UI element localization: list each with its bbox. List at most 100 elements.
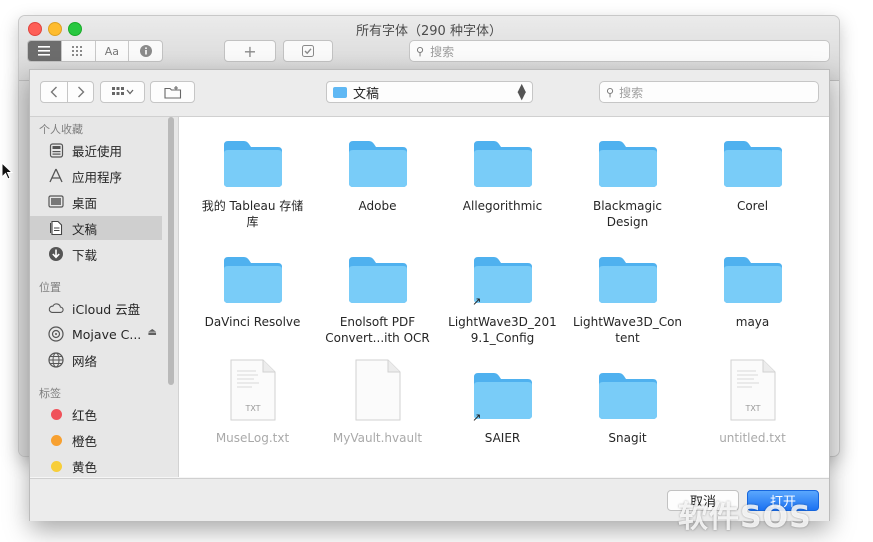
watermark: 软件SOS: [678, 500, 812, 535]
font-search-placeholder: 搜索: [430, 44, 455, 59]
location-popup[interactable]: 文稿 ▲ ▼: [326, 81, 533, 103]
sidebar-tag-orange[interactable]: 橙色: [30, 428, 162, 452]
file-item[interactable]: LightWave3D_Con tent: [565, 243, 690, 346]
view-mode-segmented-control: Aa: [27, 40, 163, 62]
forward-button[interactable]: [67, 81, 94, 103]
alias-arrow-icon: ↗: [472, 411, 482, 424]
add-font-button[interactable]: +: [224, 40, 276, 62]
text-file-icon: TXT: [230, 359, 275, 421]
list-view-button[interactable]: [28, 41, 62, 61]
sidebar-item-label: 文稿: [72, 221, 98, 237]
file-item[interactable]: maya: [690, 243, 815, 330]
search-icon: ⚲: [416, 44, 425, 58]
sidebar-item-desktop[interactable]: 桌面: [30, 190, 162, 214]
grid-view-button[interactable]: [62, 41, 96, 61]
folder-icon: [473, 141, 532, 187]
sidebar-tag-yellow[interactable]: 黄色: [30, 454, 162, 477]
chevron-left-icon: [50, 86, 57, 98]
sidebar-item-label: 黄色: [72, 459, 98, 475]
eject-icon[interactable]: ⏏: [148, 327, 157, 338]
locations-heading: 位置: [39, 281, 61, 294]
file-name: maya: [690, 314, 815, 330]
sidebar-item-icloud-drive[interactable]: iCloud 云盘: [30, 296, 162, 320]
back-button[interactable]: [40, 81, 68, 103]
file-name-line: 9.1_Config: [470, 331, 535, 345]
file-name-line: Design: [606, 215, 649, 229]
file-name: MyVault.hvault: [315, 430, 440, 446]
sidebar-scrollbar[interactable]: [168, 117, 174, 385]
info-button[interactable]: [129, 41, 162, 61]
folder-icon: [223, 257, 282, 303]
file-name-line: Enolsoft PDF: [339, 315, 416, 329]
chevron-right-icon: [77, 86, 84, 98]
file-name-line: LightWave3D_Con: [572, 315, 683, 329]
file-item[interactable]: Snagit: [565, 359, 690, 446]
info-icon: [139, 45, 152, 57]
folder-icon: [723, 257, 782, 303]
svg-text:TXT: TXT: [744, 404, 760, 413]
file-browser: 我的 Tableau 存储库 Adobe Allegorithmic Blackmag…: [179, 117, 829, 477]
sidebar-item-label: 桌面: [72, 195, 98, 211]
file-item[interactable]: Allegorithmic: [440, 127, 565, 214]
file-name-line: LightWave3D_201: [448, 315, 557, 329]
view-options-button[interactable]: [100, 81, 145, 103]
sidebar-item-label: Mojave C...: [72, 326, 142, 342]
network-icon: [48, 352, 64, 368]
alias-arrow-icon: ↗: [472, 295, 482, 308]
folder-icon: [348, 141, 407, 187]
file-item[interactable]: DaVinci Resolve: [190, 243, 315, 330]
new-folder-button[interactable]: [150, 81, 195, 103]
file-item[interactable]: TXT untitled.txt: [690, 359, 815, 446]
file-name-line: DaVinci Resolve: [204, 315, 301, 329]
file-item[interactable]: Enolsoft PDF Convert...ith OCR: [315, 243, 440, 346]
sidebar-item-label: 橙色: [72, 433, 98, 449]
file-item[interactable]: ↗ LightWave3D_201 9.1_Config: [440, 243, 565, 346]
sidebar-item-applications[interactable]: 应用程序: [30, 164, 162, 188]
sidebar-tag-red[interactable]: 红色: [30, 402, 162, 426]
icloud-icon: [48, 300, 64, 316]
file-name: 我的 Tableau 存储库: [190, 198, 315, 230]
disk-icon: [48, 326, 64, 342]
file-name: Adobe: [315, 198, 440, 214]
list-view-icon: [38, 46, 51, 56]
sidebar-item-network[interactable]: 网络: [30, 348, 162, 372]
file-item[interactable]: 我的 Tableau 存储库: [190, 127, 315, 230]
svg-text:TXT: TXT: [244, 404, 260, 413]
documents-folder-icon: [333, 86, 347, 98]
file-item[interactable]: TXT MuseLog.txt: [190, 359, 315, 446]
file-name-line: MyVault.hvault: [332, 431, 423, 445]
file-name: LightWave3D_201 9.1_Config: [440, 314, 565, 346]
document-icon: [355, 359, 400, 421]
window-title: 所有字体（290 种字体）: [356, 24, 502, 39]
sidebar-item-label: 应用程序: [72, 169, 123, 185]
checkbox-icon: [302, 45, 314, 57]
file-item[interactable]: Adobe: [315, 127, 440, 214]
sidebar-item-recents[interactable]: 最近使用: [30, 138, 162, 162]
file-item[interactable]: Corel: [690, 127, 815, 214]
file-name-line: MuseLog.txt: [215, 431, 290, 445]
file-name-line: Convert...ith OCR: [325, 331, 430, 345]
file-item[interactable]: MyVault.hvault: [315, 359, 440, 446]
sample-view-label: Aa: [104, 44, 119, 58]
desktop-icon: [48, 194, 64, 210]
documents-icon: [48, 220, 64, 236]
search-input[interactable]: ⚲ 搜索: [599, 81, 819, 103]
sidebar-item-label: 最近使用: [72, 143, 123, 159]
yellow-tag-icon: [51, 460, 62, 472]
new-folder-icon: [163, 85, 181, 99]
sidebar-item-mojave-disk[interactable]: Mojave C... ⏏: [30, 322, 162, 346]
validate-font-button[interactable]: [283, 40, 333, 62]
sample-view-button[interactable]: Aa: [96, 41, 130, 61]
file-name-line: SAIER: [484, 431, 521, 445]
font-search-field[interactable]: ⚲ 搜索: [409, 40, 830, 62]
file-item[interactable]: ↗ SAIER: [440, 359, 565, 446]
sidebar-item-label: 下载: [72, 247, 98, 263]
sidebar-item-downloads[interactable]: 下载: [30, 242, 162, 266]
file-name: MuseLog.txt: [190, 430, 315, 446]
applications-icon: [48, 168, 64, 184]
file-name-line: maya: [735, 315, 770, 329]
file-name: Corel: [690, 198, 815, 214]
sidebar-item-documents[interactable]: 文稿: [30, 216, 162, 240]
file-name: Blackmagic Design: [565, 198, 690, 230]
file-item[interactable]: Blackmagic Design: [565, 127, 690, 230]
